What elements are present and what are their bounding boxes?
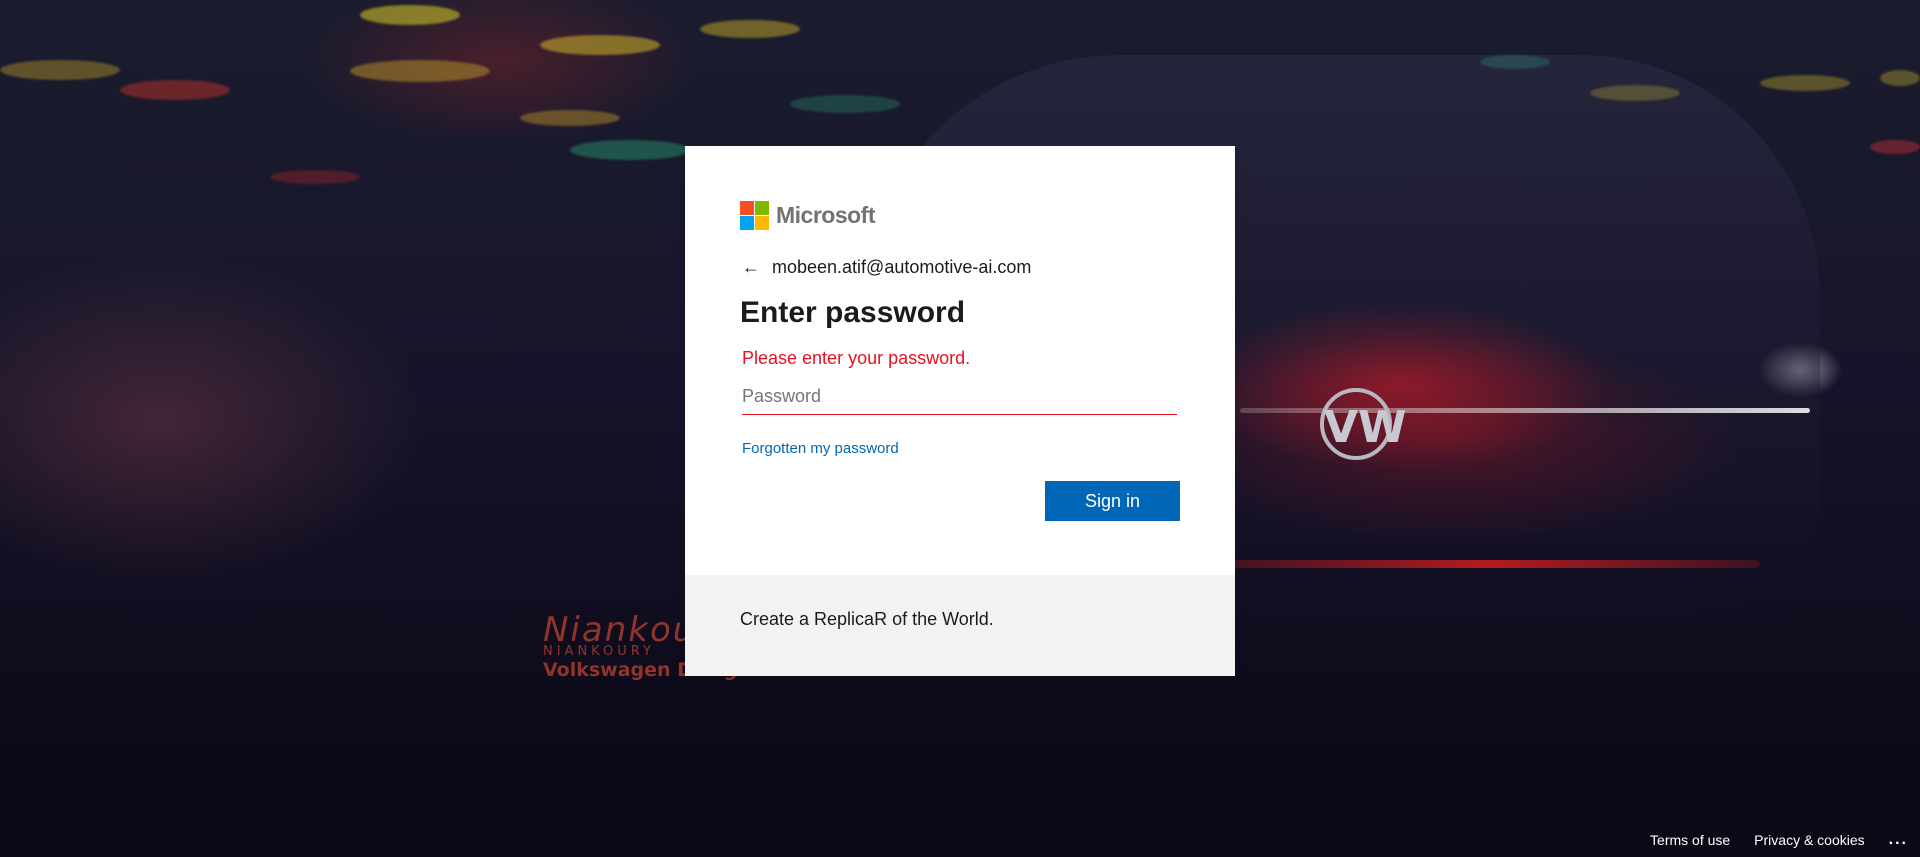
signin-card-body: Microsoft ← mobeen.atif@automotive-ai.co… xyxy=(685,146,1235,575)
bokeh-light xyxy=(360,5,460,25)
bokeh-light xyxy=(700,20,800,38)
password-input[interactable] xyxy=(742,378,1177,415)
bokeh-light xyxy=(1760,75,1850,91)
logo-yellow-square xyxy=(755,216,769,230)
signin-card: Microsoft ← mobeen.atif@automotive-ai.co… xyxy=(685,146,1235,676)
brand-name: Microsoft xyxy=(776,202,876,228)
bokeh-light xyxy=(350,60,490,82)
page-title: Enter password xyxy=(740,296,966,329)
forgot-password-link[interactable]: Forgotten my password xyxy=(742,440,899,457)
bokeh-light xyxy=(540,35,660,55)
error-message: Please enter your password. xyxy=(742,348,971,368)
logo-red-square xyxy=(740,201,754,215)
more-options-icon[interactable]: ... xyxy=(1889,831,1908,849)
page-footer: Terms of use Privacy & cookies ... xyxy=(1650,831,1908,849)
signin-card-footer: Create a ReplicaR of the World. xyxy=(685,575,1235,676)
microsoft-logo-icon xyxy=(740,201,769,230)
bokeh-light xyxy=(120,80,230,100)
bokeh-light xyxy=(1880,70,1920,86)
bokeh-light xyxy=(0,60,120,80)
vw-emblem-icon: VW xyxy=(1320,388,1407,460)
bokeh-light xyxy=(520,110,620,126)
bokeh-light xyxy=(790,95,900,113)
footer-tagline: Create a ReplicaR of the World. xyxy=(740,609,994,629)
microsoft-logo: Microsoft xyxy=(740,201,876,230)
logo-green-square xyxy=(755,201,769,215)
bokeh-light xyxy=(570,140,690,160)
privacy-cookies-link[interactable]: Privacy & cookies xyxy=(1754,832,1864,848)
terms-of-use-link[interactable]: Terms of use xyxy=(1650,832,1730,848)
identity-email: mobeen.atif@automotive-ai.com xyxy=(772,256,1032,277)
bokeh-light xyxy=(1870,140,1920,154)
car-red-accent xyxy=(1220,560,1760,568)
identity-banner: ← mobeen.atif@automotive-ai.com xyxy=(740,256,1031,278)
arrow-left-icon[interactable]: ← xyxy=(740,256,762,278)
bokeh-light xyxy=(270,170,360,184)
logo-blue-square xyxy=(740,216,754,230)
sign-in-button[interactable]: Sign in xyxy=(1045,481,1180,521)
